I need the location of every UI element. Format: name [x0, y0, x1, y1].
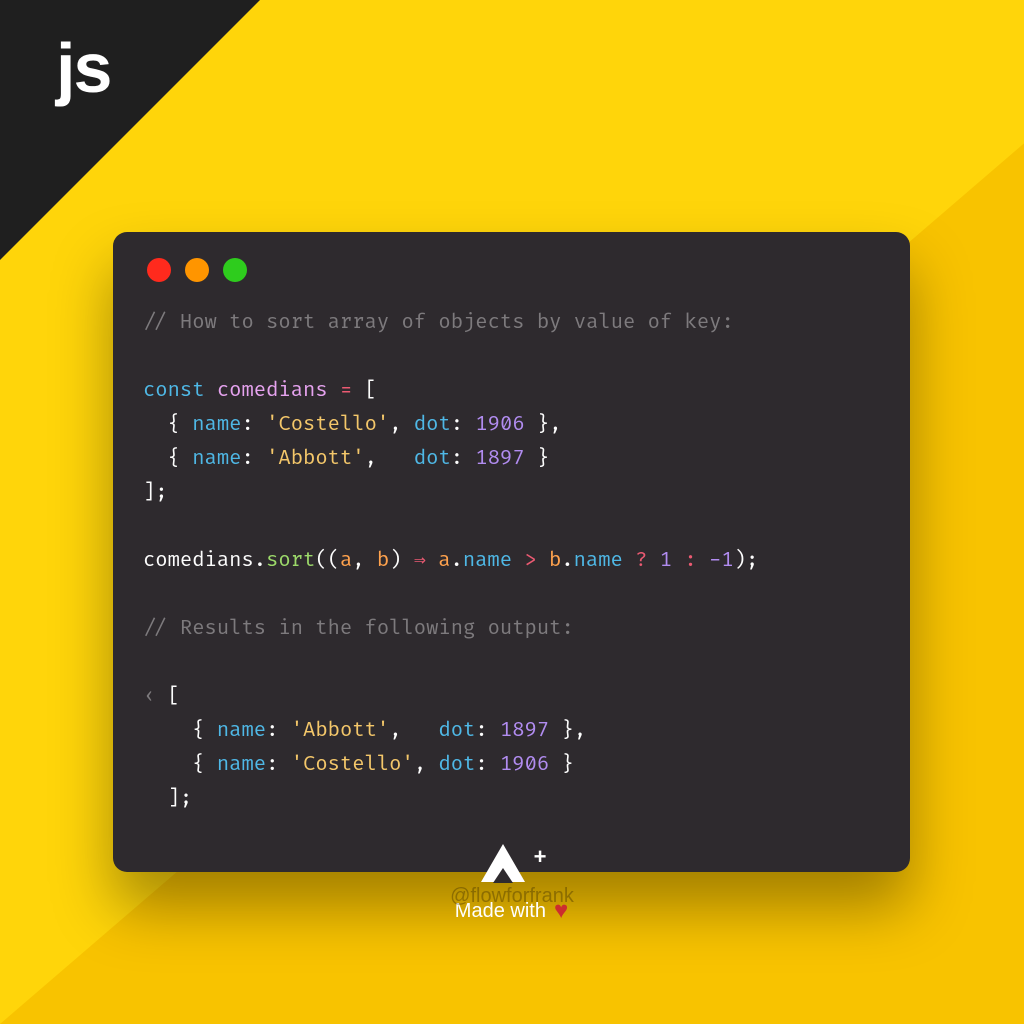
code-prop: dot — [414, 413, 451, 437]
code-prop: name — [192, 413, 241, 437]
code-bracket: [ — [168, 685, 180, 709]
code-operator: > — [524, 549, 536, 573]
code-prop: name — [217, 753, 266, 777]
code-string: 'Costello' — [266, 413, 389, 437]
code-method: sort — [266, 549, 315, 573]
code-window: // How to sort array of objects by value… — [113, 232, 910, 872]
code-prop: dot — [438, 719, 475, 743]
code-keyword: const — [143, 379, 205, 403]
code-number: 1897 — [475, 447, 524, 471]
code-prop: name — [463, 549, 512, 573]
code-param: a — [340, 549, 352, 573]
code-bracket: ]; — [168, 787, 193, 811]
aplus-logo-icon: + — [477, 844, 547, 888]
code-arrow: ⇒ — [414, 549, 426, 573]
code-number: 1906 — [475, 413, 524, 437]
code-operator: ? — [635, 549, 647, 573]
code-variable: comedians — [217, 379, 328, 403]
code-block: // How to sort array of objects by value… — [143, 306, 880, 816]
code-prop: dot — [438, 753, 475, 777]
code-number: 1897 — [500, 719, 549, 743]
js-label: js — [56, 28, 110, 108]
code-number: -1 — [709, 549, 734, 573]
code-bracket: ]; — [143, 481, 168, 505]
code-number: 1 — [660, 549, 672, 573]
output-marker: ‹ — [143, 685, 155, 709]
code-param: a — [438, 549, 450, 573]
code-operator: = — [340, 379, 352, 403]
maximize-dot-icon — [223, 258, 247, 282]
code-comment: // How to sort array of objects by value… — [143, 311, 734, 335]
close-dot-icon — [147, 258, 171, 282]
minimize-dot-icon — [185, 258, 209, 282]
code-number: 1906 — [500, 753, 549, 777]
code-prop: dot — [414, 447, 451, 471]
code-bracket: [ — [365, 379, 377, 403]
code-prop: name — [192, 447, 241, 471]
code-string: 'Costello' — [291, 753, 414, 777]
code-object: comedians — [143, 549, 254, 573]
code-prop: name — [217, 719, 266, 743]
window-controls — [147, 258, 880, 282]
code-param: b — [549, 549, 561, 573]
aplus-plus: + — [534, 846, 547, 868]
code-string: 'Abbott' — [291, 719, 389, 743]
code-param: b — [377, 549, 389, 573]
code-string: 'Abbott' — [266, 447, 364, 471]
code-prop: name — [574, 549, 623, 573]
corner-badge: js — [0, 0, 260, 260]
code-operator: : — [684, 549, 696, 573]
author-handle: @flowforfrank — [0, 885, 1024, 908]
code-comment: // Results in the following output: — [143, 617, 574, 641]
